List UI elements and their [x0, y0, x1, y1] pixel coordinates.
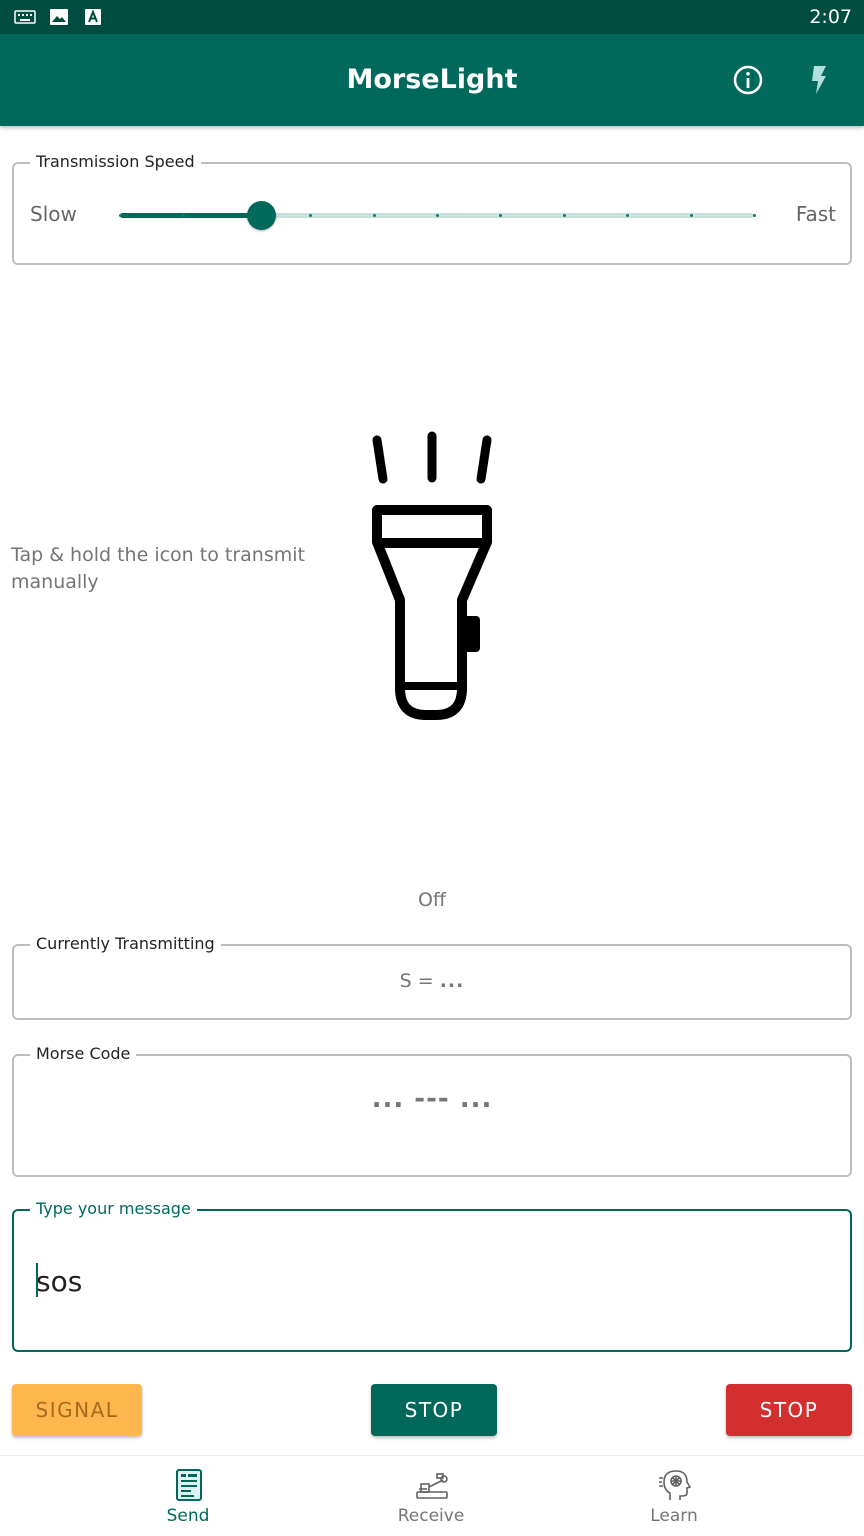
current-panel: Currently Transmitting S = ... — [12, 934, 852, 1020]
slider-tick — [373, 214, 376, 217]
current-prefix: S = — [399, 970, 440, 992]
slider-active-track — [120, 213, 261, 218]
nav-item-receive[interactable]: Receive — [331, 1456, 531, 1536]
slider-tick — [436, 214, 439, 217]
morse-output: ... --- ... — [371, 1084, 493, 1114]
speed-panel: Transmission Speed Slow Fast — [12, 152, 852, 265]
app-bar: MorseLight — [0, 34, 864, 126]
speed-fast-label: Fast — [795, 202, 836, 226]
bottom-nav: Send Receive Learn — [0, 1455, 864, 1536]
slider-thumb[interactable] — [246, 201, 276, 230]
speed-legend: Transmission Speed — [30, 152, 201, 171]
send-icon — [176, 1469, 202, 1501]
nav-item-learn[interactable]: Learn — [574, 1456, 774, 1536]
flash-button[interactable] — [800, 62, 836, 98]
current-legend: Currently Transmitting — [30, 934, 221, 953]
info-button[interactable] — [730, 62, 766, 98]
flash-icon — [812, 66, 826, 94]
stop-red-button[interactable]: STOP — [726, 1384, 852, 1436]
slider-tick — [563, 214, 566, 217]
flash-status: Off — [417, 889, 447, 911]
manual-hint: Tap & hold the icon to transmit manually — [11, 544, 305, 593]
flashlight-button[interactable] — [364, 430, 500, 726]
nav-label-receive: Receive — [397, 1506, 465, 1526]
slider-tick — [182, 214, 185, 217]
current-transmission: S = ... — [14, 970, 850, 992]
brain-head-icon — [659, 1470, 692, 1500]
nav-item-send[interactable]: Send — [88, 1456, 288, 1536]
speed-slider[interactable] — [119, 200, 756, 230]
stop-button[interactable]: STOP — [371, 1384, 497, 1436]
message-input[interactable] — [36, 1261, 816, 1301]
nav-label-send: Send — [166, 1506, 210, 1526]
message-panel: Type your message — [12, 1199, 852, 1352]
message-legend: Type your message — [30, 1199, 197, 1218]
slider-tick — [626, 214, 629, 217]
nav-label-learn: Learn — [650, 1506, 698, 1526]
slider-tick — [499, 214, 502, 217]
telegraph-key-icon — [416, 1473, 448, 1499]
status-bar: 2:07 — [0, 0, 864, 34]
image-icon — [48, 8, 70, 26]
status-time: 2:07 — [809, 6, 852, 28]
keyboard-icon — [14, 8, 36, 26]
signal-button[interactable]: SIGNAL — [12, 1384, 142, 1436]
info-icon — [733, 65, 763, 95]
text-caret — [36, 1263, 38, 1297]
morse-panel: Morse Code ... --- ... — [12, 1044, 852, 1177]
slider-tick — [753, 214, 756, 217]
morse-legend: Morse Code — [30, 1044, 137, 1063]
slider-tick — [690, 214, 693, 217]
current-symbol: ... — [439, 970, 465, 992]
flashlight-icon — [372, 431, 492, 720]
slider-tick — [119, 214, 122, 217]
slider-tick — [309, 214, 312, 217]
text-a-icon — [82, 8, 104, 26]
speed-slow-label: Slow — [30, 202, 77, 226]
